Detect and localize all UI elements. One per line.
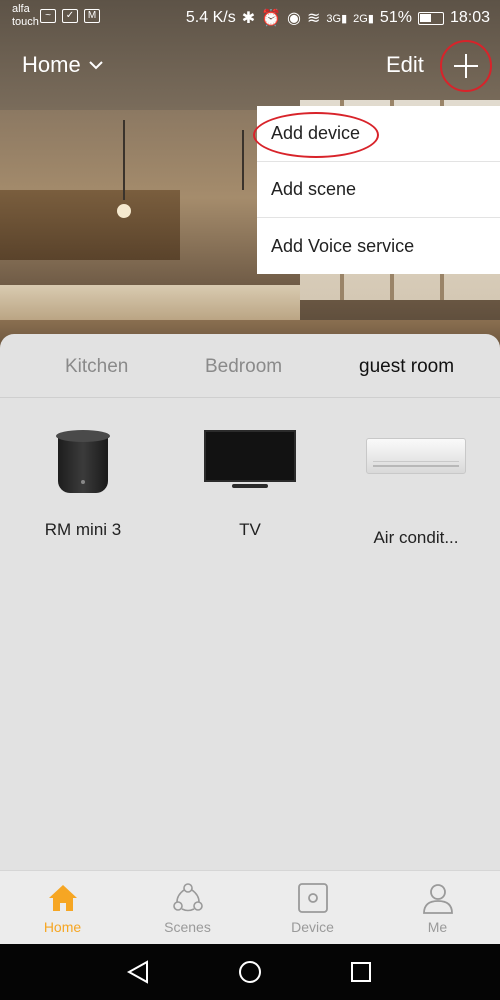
scenes-icon — [172, 882, 203, 911]
signal-icon: 3G▮ — [326, 12, 348, 25]
home-circle-icon[interactable] — [236, 958, 264, 986]
rm-mini-device-image — [56, 430, 110, 496]
device-label: Air condit... — [373, 528, 459, 547]
nav-device[interactable]: Device — [250, 871, 375, 944]
device-rm-mini-3[interactable]: RM mini 3 — [13, 430, 153, 540]
device-tv[interactable]: TV — [180, 430, 320, 540]
activity-icon: ~ — [40, 9, 56, 23]
recents-icon[interactable] — [347, 958, 375, 986]
eye-icon: ◉ — [287, 10, 302, 27]
home-selector[interactable]: Home — [22, 52, 103, 78]
menu-item-add-voice-service[interactable]: Add Voice service — [257, 218, 500, 274]
tv-device-image — [204, 430, 296, 492]
battery-percent: 51% — [379, 9, 412, 26]
home-label: Home — [22, 52, 81, 77]
device-label: TV — [239, 520, 261, 539]
wifi-icon: ≋ — [307, 10, 321, 27]
battery-icon — [417, 11, 444, 25]
device-label: RM mini 3 — [44, 520, 122, 539]
bluetooth-icon: ✱ — [241, 10, 256, 27]
status-bar: alfa touch ~ ✓ M 5.4 K/s ✱ ⏰ ◉ ≋ 3G▮ 2G▮… — [0, 0, 500, 34]
chevron-down-icon — [88, 61, 103, 70]
alarm-icon: ⏰ — [261, 10, 282, 27]
highlight-ring — [253, 112, 379, 158]
add-button[interactable] — [440, 40, 492, 92]
home-icon — [48, 884, 77, 911]
back-icon[interactable] — [125, 958, 153, 986]
room-tabs: Kitchen Bedroom guest room — [0, 334, 500, 398]
network-speed: 5.4 K/s — [185, 9, 236, 26]
room-panel: Kitchen Bedroom guest room RM mini 3 TV … — [0, 334, 500, 870]
tab-kitchen[interactable]: Kitchen — [65, 356, 128, 378]
menu-item-add-device[interactable]: Add device — [253, 106, 500, 162]
signal-icon: 2G▮ — [353, 12, 374, 25]
bottom-nav: Home Scenes Device Me — [0, 870, 500, 944]
nav-me[interactable]: Me — [375, 871, 500, 944]
tab-bedroom[interactable]: Bedroom — [205, 356, 282, 378]
tab-guest-room[interactable]: guest room — [359, 356, 454, 378]
device-icon — [297, 882, 328, 913]
check-icon: ✓ — [62, 9, 78, 23]
air-conditioner-device-image — [366, 438, 466, 474]
clock: 18:03 — [449, 9, 490, 26]
mail-icon: M — [84, 9, 100, 23]
device-air-conditioner[interactable]: Air condit... — [346, 430, 486, 548]
nav-home[interactable]: Home — [0, 871, 125, 944]
notification-icons: ~ ✓ M — [40, 9, 100, 23]
person-icon — [422, 883, 453, 914]
carrier-name: alfa touch — [12, 3, 39, 28]
edit-button[interactable]: Edit — [386, 52, 424, 78]
system-nav-bar — [0, 944, 500, 1000]
nav-scenes[interactable]: Scenes — [125, 871, 250, 944]
add-menu: Add device Add scene Add Voice service — [253, 106, 500, 274]
menu-item-add-scene[interactable]: Add scene — [257, 162, 500, 218]
